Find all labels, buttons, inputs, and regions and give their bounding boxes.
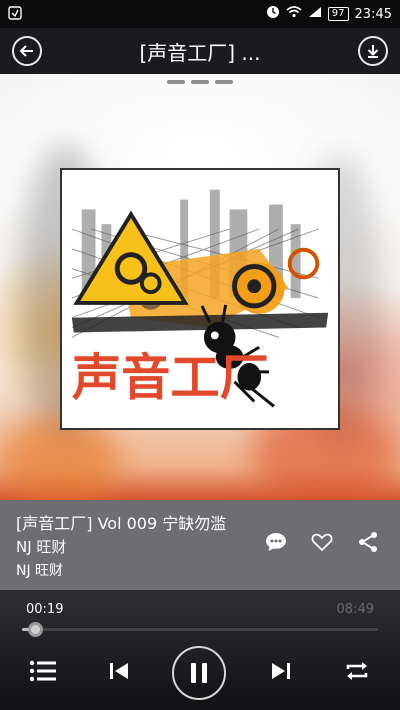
track-actions <box>264 530 380 558</box>
status-bar-right: 97 23:45 <box>266 5 392 23</box>
alarm-icon <box>266 5 280 23</box>
control-buttons <box>0 646 400 706</box>
download-icon <box>367 45 379 58</box>
playback-controls: 00:19 08:49 <box>0 590 400 710</box>
comment-button[interactable] <box>264 530 288 558</box>
download-button[interactable] <box>358 36 388 66</box>
previous-button[interactable] <box>104 656 134 686</box>
page-title: [声音工厂] ... <box>139 40 261 65</box>
signal-icon <box>308 6 322 22</box>
back-arrow-icon <box>19 45 33 57</box>
back-button[interactable] <box>12 36 42 66</box>
track-info-panel: [声音工厂] Vol 009 宁缺勿滥 NJ 旺财 NJ 旺财 <box>0 500 400 590</box>
notification-icon <box>8 5 22 24</box>
status-bar-left <box>8 5 22 24</box>
repeat-button[interactable] <box>342 656 372 686</box>
next-track-icon <box>272 663 290 679</box>
repeat-icon <box>346 662 368 680</box>
track-title: [声音工厂] Vol 009 宁缺勿滥 <box>16 514 227 533</box>
share-button[interactable] <box>356 530 380 558</box>
comment-icon <box>266 533 286 551</box>
playlist-button[interactable] <box>28 656 58 686</box>
current-time: 00:19 <box>26 602 64 617</box>
progress-bar[interactable] <box>22 622 378 637</box>
pause-button[interactable] <box>172 646 226 700</box>
battery-indicator: 97 <box>327 7 349 21</box>
total-time: 08:49 <box>336 602 374 617</box>
share-icon <box>359 532 377 552</box>
pause-icon <box>191 663 207 683</box>
previous-track-icon <box>110 663 128 679</box>
status-bar: 97 23:45 <box>0 0 400 28</box>
progress-knob[interactable] <box>27 622 43 637</box>
track-album-artist: NJ 旺财 <box>16 563 64 579</box>
title-bar: [声音工厂] ... <box>0 28 400 74</box>
album-cover: 声音工厂 <box>60 168 340 430</box>
track-artist: NJ 旺财 <box>16 538 67 556</box>
playlist-icon <box>29 660 56 682</box>
heart-icon <box>311 533 333 552</box>
album-logo-text: 声音工厂 <box>72 349 269 407</box>
favorite-button[interactable] <box>310 530 334 558</box>
wifi-icon <box>286 6 302 22</box>
next-button[interactable] <box>266 656 296 686</box>
page-indicator <box>167 80 233 84</box>
status-time: 23:45 <box>354 6 392 22</box>
